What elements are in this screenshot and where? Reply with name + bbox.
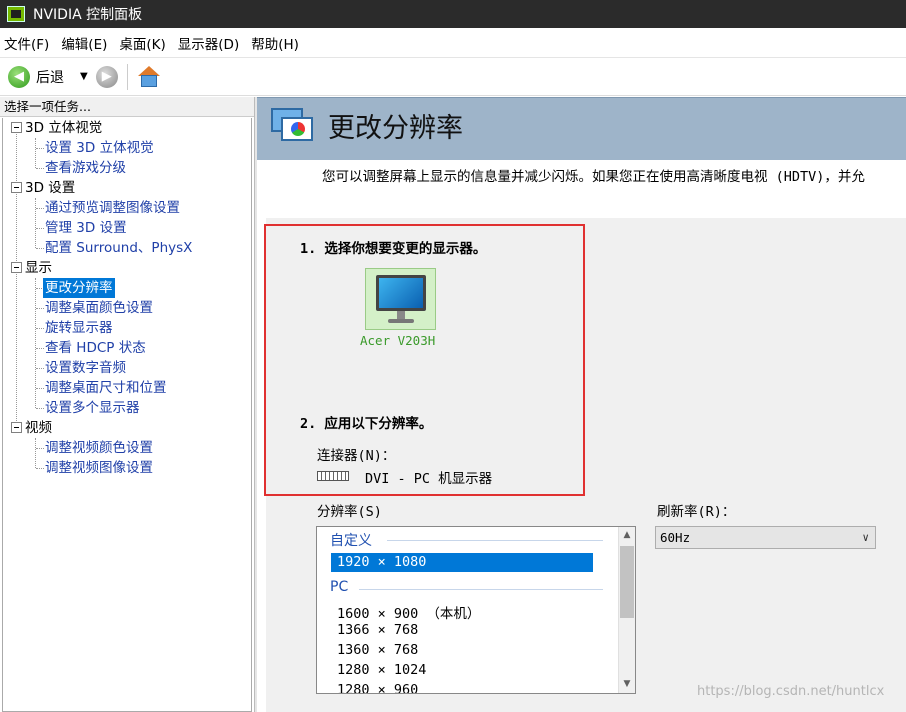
resolution-group-pc: PC (330, 579, 349, 595)
task-panel: 选择一项任务... 3D 立体视觉 设置 3D 立体视觉 查看游戏分级 3D 设… (0, 97, 254, 712)
resolution-label: 分辨率(S) (317, 504, 382, 520)
watermark: https://blog.csdn.net/huntlcx (697, 684, 885, 699)
window-title: NVIDIA 控制面板 (33, 7, 143, 23)
resolution-list-scrollbar[interactable]: ▲ ▼ (618, 527, 635, 693)
tree-link-multiple-displays[interactable]: 设置多个显示器 (45, 398, 140, 418)
back-history-dropdown-icon[interactable]: ▼ (80, 71, 88, 82)
toolbar-separator (126, 63, 128, 90)
tree-category-3d-stereo[interactable]: 3D 立体视觉 (3, 118, 243, 138)
menu-desktop[interactable]: 桌面(K) (119, 33, 165, 53)
tree-category-video[interactable]: 视频 (3, 418, 243, 438)
refresh-rate-value: 60Hz (660, 530, 691, 545)
collapse-toggle-icon[interactable] (11, 422, 22, 433)
refresh-rate-label: 刷新率(R)： (657, 504, 736, 520)
tree-link-desktop-color[interactable]: 调整桌面颜色设置 (45, 298, 153, 318)
page-banner: 更改分辨率 (257, 97, 906, 160)
tree-link-video-image[interactable]: 调整视频图像设置 (45, 458, 153, 478)
tree-category-label: 显示 (25, 260, 52, 276)
resolution-item[interactable]: 1600 × 900 （本机） (337, 602, 480, 622)
tree-category-3d-settings[interactable]: 3D 设置 (3, 178, 243, 198)
title-bar: NVIDIA 控制面板 (0, 0, 906, 28)
menu-display[interactable]: 显示器(D) (178, 33, 239, 53)
tree-link-game-ratings[interactable]: 查看游戏分级 (45, 158, 126, 178)
scroll-up-icon[interactable]: ▲ (619, 527, 635, 544)
tree-link-hdcp-status[interactable]: 查看 HDCP 状态 (45, 338, 146, 358)
tree-link-desktop-size[interactable]: 调整桌面尺寸和位置 (45, 378, 167, 398)
toolbar: ◀ 后退 ▼ ▶ (0, 58, 906, 96)
collapse-toggle-icon[interactable] (11, 182, 22, 193)
home-icon[interactable] (137, 65, 161, 89)
collapse-toggle-icon[interactable] (11, 122, 22, 133)
refresh-rate-select[interactable]: 60Hz ∨ (655, 526, 876, 549)
scroll-thumb[interactable] (620, 546, 634, 618)
resolution-item[interactable]: 1920 × 1080 (331, 553, 593, 572)
menu-file[interactable]: 文件(F) (4, 33, 49, 53)
menu-edit[interactable]: 编辑(E) (61, 33, 107, 53)
back-button-label[interactable]: 后退 (36, 67, 64, 87)
tree-link-change-resolution[interactable]: 更改分辨率 (43, 278, 115, 298)
page-title: 更改分辨率 (328, 113, 463, 144)
resolution-item[interactable]: 1360 × 768 (337, 642, 418, 658)
back-arrow-icon[interactable]: ◀ (8, 65, 30, 88)
page-description: 您可以调整屏幕上显示的信息量并减少闪烁。如果您正在使用高清晰度电视 (HDTV)… (322, 169, 865, 185)
tree-link-setup-stereo[interactable]: 设置 3D 立体视觉 (45, 138, 154, 158)
tree-category-label: 3D 立体视觉 (25, 120, 103, 136)
tree-link-video-color[interactable]: 调整视频颜色设置 (45, 438, 153, 458)
nvidia-app-icon (7, 6, 25, 22)
task-tree: 3D 立体视觉 设置 3D 立体视觉 查看游戏分级 3D 设置 通过预览调整图像… (2, 118, 252, 712)
resolution-item[interactable]: 1366 × 768 (337, 622, 418, 638)
menu-help[interactable]: 帮助(H) (251, 33, 299, 53)
tree-link-rotate-display[interactable]: 旋转显示器 (45, 318, 113, 338)
forward-arrow-icon[interactable]: ▶ (95, 65, 118, 88)
tree-link-preview-image-settings[interactable]: 通过预览调整图像设置 (45, 198, 180, 218)
menu-bar: 文件(F) 编辑(E) 桌面(K) 显示器(D) 帮助(H) (0, 28, 906, 58)
annotation-highlight-box (264, 224, 585, 496)
resolution-list[interactable]: 自定义 1920 × 1080 PC 1600 × 900 （本机） 1366 … (316, 526, 636, 694)
scroll-down-icon[interactable]: ▼ (619, 676, 635, 693)
resolution-item[interactable]: 1280 × 960 (337, 682, 418, 693)
tree-category-label: 视频 (25, 420, 52, 436)
resolution-group-custom: 自定义 (330, 533, 372, 549)
tree-link-digital-audio[interactable]: 设置数字音频 (45, 358, 126, 378)
tree-category-label: 3D 设置 (25, 180, 76, 196)
tree-link-manage-3d[interactable]: 管理 3D 设置 (45, 218, 127, 238)
tree-link-surround-physx[interactable]: 配置 Surround、PhysX (45, 238, 192, 258)
collapse-toggle-icon[interactable] (11, 262, 22, 273)
resolution-item[interactable]: 1280 × 1024 (337, 662, 426, 678)
content-panel: 更改分辨率 您可以调整屏幕上显示的信息量并减少闪烁。如果您正在使用高清晰度电视 … (257, 97, 906, 712)
chevron-down-icon: ∨ (862, 531, 869, 544)
task-panel-header: 选择一项任务... (0, 97, 254, 117)
tree-category-display[interactable]: 显示 (3, 258, 243, 278)
display-resolution-icon (271, 108, 315, 146)
